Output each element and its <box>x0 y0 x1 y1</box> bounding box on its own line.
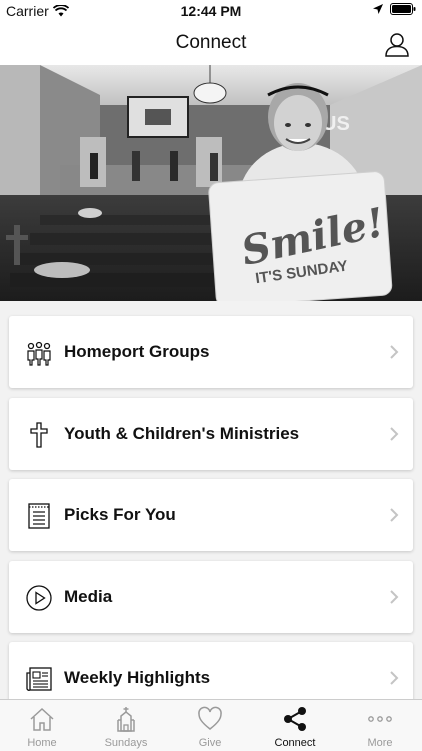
chevron-right-icon <box>390 427 399 441</box>
status-icons <box>372 3 416 15</box>
tab-bar: Home Sundays Give Connect More <box>0 699 422 751</box>
status-bar: Carrier 12:44 PM <box>0 0 422 22</box>
play-circle-icon <box>26 585 52 611</box>
menu-item-label: Weekly Highlights <box>64 668 211 687</box>
menu-item-youth-childrens-ministries[interactable]: Youth & Children's Ministries <box>9 398 413 470</box>
chevron-right-icon <box>390 345 399 359</box>
heart-icon <box>198 706 222 730</box>
tab-more[interactable]: More <box>338 700 422 751</box>
tab-label: Connect <box>274 737 316 749</box>
navigation-bar: Connect <box>0 22 422 66</box>
menu-item-label: Youth & Children's Ministries <box>64 424 300 443</box>
menu-item-label: Homeport Groups <box>64 342 210 361</box>
menu-item-weekly-highlights[interactable]: Weekly Highlights <box>9 642 413 699</box>
more-dots-icon <box>368 716 392 722</box>
people-group-icon <box>27 341 51 366</box>
chevron-right-icon <box>390 671 399 685</box>
tab-label: Home <box>27 737 57 749</box>
location-arrow-icon <box>373 4 383 14</box>
tab-label: Sundays <box>104 737 148 749</box>
menu-item-media[interactable]: Media <box>9 561 413 633</box>
share-icon <box>284 707 306 731</box>
chevron-right-icon <box>390 590 399 604</box>
notepad-icon <box>28 503 50 529</box>
chevron-right-icon <box>390 508 399 522</box>
tab-label: More <box>367 737 393 749</box>
battery-icon <box>390 3 416 15</box>
cross-icon <box>30 422 48 448</box>
home-icon <box>30 707 54 731</box>
newspaper-icon <box>26 667 52 691</box>
tab-label: Give <box>198 737 222 749</box>
tab-give[interactable]: Give <box>168 700 252 751</box>
church-photo: US Smile! IT'S SUNDAY <box>0 65 422 301</box>
menu-item-label: Picks For You <box>64 505 176 524</box>
menu-item-picks-for-you[interactable]: Picks For You <box>9 479 413 551</box>
page-title: Connect <box>175 32 247 53</box>
tab-home[interactable]: Home <box>0 700 84 751</box>
menu-item-homeport-groups[interactable]: Homeport Groups <box>9 316 413 388</box>
chapel-icon <box>117 707 135 732</box>
profile-icon[interactable] <box>384 31 410 57</box>
hero-image: US Smile! IT'S SUNDAY <box>0 65 422 301</box>
connect-menu-list: Homeport Groups Youth & Children's Minis… <box>0 301 422 699</box>
clock: 12:44 PM <box>180 3 242 19</box>
tab-sundays[interactable]: Sundays <box>84 700 168 751</box>
menu-item-label: Media <box>64 587 113 606</box>
tab-connect[interactable]: Connect <box>253 700 337 751</box>
